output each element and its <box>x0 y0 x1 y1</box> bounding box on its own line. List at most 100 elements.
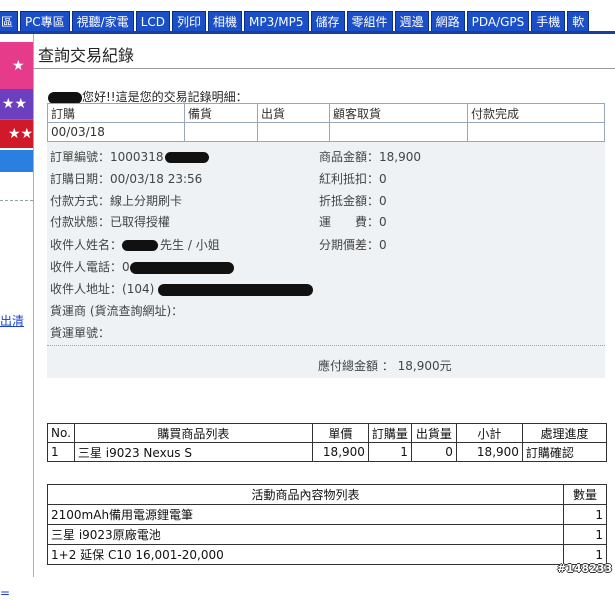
panel-divider <box>47 345 605 346</box>
tracking-number-row: 貨運單號： <box>50 324 110 341</box>
order-number-label: 訂單編號： <box>50 150 111 164</box>
watermark: #148233 <box>557 562 613 575</box>
sidebar-border <box>33 34 34 577</box>
star-icon: ★ <box>12 58 25 74</box>
recipient-address-value: (104) <box>122 282 155 296</box>
item-no: 1 <box>47 442 75 462</box>
status-header: 備貨 <box>184 103 258 123</box>
status-value: 00/03/18 <box>47 122 185 142</box>
recipient-phone-label: 收件人電話： <box>50 260 123 274</box>
order-number-row: 訂單編號：1000318 <box>50 148 210 165</box>
nav-tab[interactable]: 週邊 <box>394 11 429 32</box>
table-row: 1+2 延保 C10 16,001-20,000 1 <box>47 544 607 565</box>
nav-tab[interactable]: 零組件 <box>346 11 393 32</box>
product-amount-label: 商品金額： <box>319 150 380 164</box>
promo-header: 活動商品內容物列表 <box>47 484 564 505</box>
nav-tab[interactable]: 軟 <box>567 11 590 32</box>
shipping-fee-row: 運 費：0 <box>319 213 387 230</box>
order-date-row: 訂購日期：00/03/18 23:56 <box>50 170 202 187</box>
purchased-items-table: No. 購買商品列表 單價 訂購量 出貨量 小計 處理進度 1 三星 i9023… <box>47 423 608 462</box>
sidebar-banner-blue[interactable] <box>0 150 33 172</box>
sidebar-divider <box>0 200 33 201</box>
installment-diff-value: 0 <box>379 238 387 252</box>
status-header: 出貨 <box>257 103 330 123</box>
promo-header: 數量 <box>563 484 607 505</box>
recipient-phone-row: 收件人電話：0 <box>50 258 234 275</box>
payment-method-label: 付款方式： <box>50 194 111 208</box>
nav-tab[interactable]: 相機 <box>208 11 243 32</box>
nav-underline <box>0 31 615 34</box>
redacted-recipient-name <box>122 240 159 251</box>
status-value <box>329 122 468 142</box>
nav-tab[interactable]: 區 <box>0 11 19 32</box>
total-amount-label: 應付總金額 ： <box>318 359 394 373</box>
carrier-label: 貨運商 (貨流查詢網址)： <box>50 304 184 318</box>
item-qty-shipped: 0 <box>410 442 457 462</box>
promo-item-qty: 1 <box>563 504 607 525</box>
sidebar-link[interactable]: = <box>0 586 10 600</box>
star-icon: ★★ <box>2 96 28 112</box>
recipient-address-row: 收件人地址：(104) <box>50 280 314 297</box>
table-row: 三星 i9023原廠電池 1 <box>47 524 607 545</box>
total-amount-value: 18,900元 <box>397 359 452 373</box>
status-value <box>184 122 258 142</box>
nav-tab[interactable]: PDA/GPS <box>466 11 530 32</box>
shipping-fee-value: 0 <box>379 215 387 229</box>
item-progress: 訂購確認 <box>521 442 608 462</box>
star-icon: ★★ <box>8 126 34 142</box>
item-qty-ordered: 1 <box>367 442 412 462</box>
payment-status-label: 付款狀態： <box>50 215 111 229</box>
installment-diff-row: 分期價差：0 <box>319 236 387 253</box>
item-price: 18,900 <box>311 442 369 462</box>
items-header: 出貨量 <box>410 423 457 443</box>
table-row: 2100mAh備用電源鋰電筆 1 <box>47 504 607 525</box>
items-header: 單價 <box>311 423 369 443</box>
left-sidebar: ★ ★★ ★★ 出清 = <box>0 34 34 600</box>
sidebar-link-clearance[interactable]: 出清 <box>0 312 24 329</box>
promo-item-name: 1+2 延保 C10 16,001-20,000 <box>47 544 564 565</box>
bonus-discount-value: 0 <box>379 172 387 186</box>
status-value <box>257 122 330 142</box>
redacted-name <box>48 91 82 104</box>
discount-amount-row: 折抵金額：0 <box>319 192 387 209</box>
nav-tab[interactable]: 儲存 <box>310 11 345 32</box>
nav-tab[interactable]: PC專區 <box>20 11 70 32</box>
recipient-phone-value: 0 <box>122 260 130 274</box>
nav-tab[interactable]: 視聽/家電 <box>71 11 134 32</box>
carrier-row: 貨運商 (貨流查詢網址)： <box>50 302 183 319</box>
recipient-name-row: 收件人姓名： 先生 / 小姐 <box>50 236 220 253</box>
promo-items-table: 活動商品內容物列表 數量 2100mAh備用電源鋰電筆 1 三星 i9023原廠… <box>47 484 607 565</box>
nav-tab[interactable]: 手機 <box>531 11 566 32</box>
item-name[interactable]: 三星 i9023 Nexus S <box>73 442 313 462</box>
category-nav: 區 PC專區 視聽/家電 LCD 列印 相機 MP3/MP5 儲存 零組件 週邊 網路 PDA/GPS… <box>0 0 615 32</box>
product-amount-row: 商品金額：18,900 <box>319 148 421 165</box>
nav-tab[interactable]: 列印 <box>172 11 207 32</box>
payment-status-value: 已取得授權 <box>110 215 171 229</box>
bonus-discount-row: 紅利抵扣：0 <box>319 170 387 187</box>
nav-tab[interactable]: 網路 <box>430 11 465 32</box>
payment-status-row: 付款狀態：已取得授權 <box>50 213 170 230</box>
discount-amount-label: 折抵金額： <box>319 194 380 208</box>
items-header: No. <box>47 423 75 443</box>
product-amount-value: 18,900 <box>379 150 422 164</box>
page-title: 查詢交易紀錄 <box>38 46 135 65</box>
redacted-address <box>158 283 314 296</box>
promo-item-qty: 1 <box>563 524 607 545</box>
items-header: 處理進度 <box>521 423 608 443</box>
status-value <box>467 122 605 142</box>
redacted-order-number <box>165 152 210 163</box>
order-number-value: 1000318 <box>110 150 164 164</box>
items-header: 小計 <box>455 423 523 443</box>
nav-tab[interactable]: MP3/MP5 <box>244 11 309 32</box>
nav-tab[interactable]: LCD <box>135 11 170 32</box>
tracking-number-label: 貨運單號： <box>50 326 111 340</box>
order-date-value: 00/03/18 23:56 <box>110 172 203 186</box>
order-status-table: 訂購 備貨 出貨 顧客取貨 付款完成 00/03/18 <box>47 103 605 142</box>
title-divider <box>34 68 615 69</box>
discount-amount-value: 0 <box>379 194 387 208</box>
payment-method-row: 付款方式：線上分期刷卡 <box>50 192 182 209</box>
promo-item-name: 2100mAh備用電源鋰電筆 <box>47 504 564 525</box>
payment-method-value: 線上分期刷卡 <box>110 194 183 208</box>
status-header: 付款完成 <box>467 103 605 123</box>
order-date-label: 訂購日期： <box>50 172 111 186</box>
